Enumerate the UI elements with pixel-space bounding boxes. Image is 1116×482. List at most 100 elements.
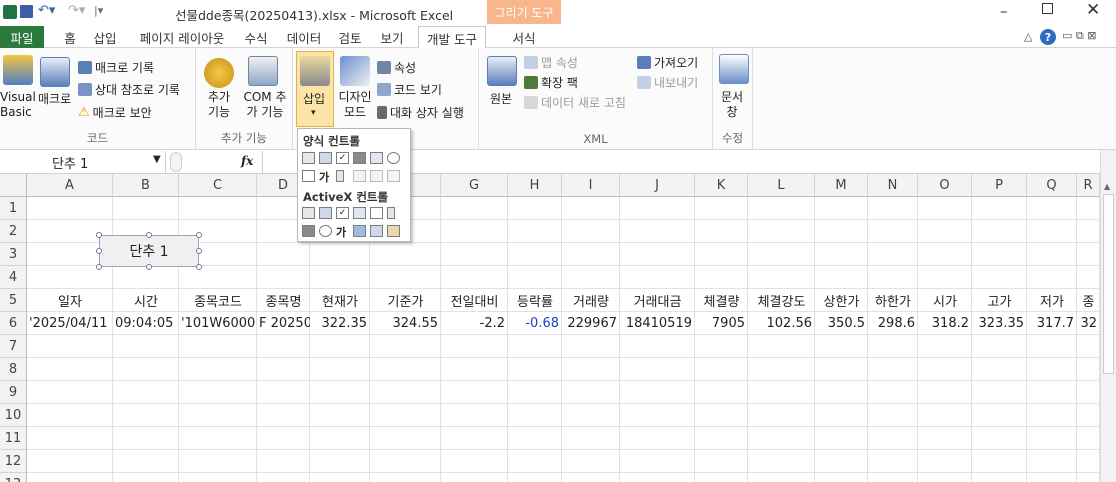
ax-button-icon[interactable]	[302, 207, 315, 219]
resize-handle[interactable]	[146, 232, 152, 238]
maximize-icon[interactable]	[1042, 3, 1053, 14]
header-cell[interactable]: 저가	[1027, 289, 1077, 311]
ax-scrollbar-icon[interactable]	[387, 207, 395, 219]
form-checkbox-icon[interactable]: ✓	[336, 152, 349, 164]
data-cell[interactable]: 32	[1077, 312, 1100, 334]
row-header-5[interactable]: 5	[0, 289, 27, 312]
record-macro-button[interactable]: 매크로 기록	[78, 59, 154, 76]
minimize-ribbon-icon[interactable]: △	[1024, 30, 1032, 43]
column-header-C[interactable]: C	[179, 174, 257, 197]
save-icon[interactable]	[20, 5, 33, 18]
redo-icon[interactable]: ↷▾	[68, 3, 85, 18]
data-cell[interactable]: 317.7	[1027, 312, 1077, 334]
ax-listbox-icon[interactable]	[353, 207, 366, 219]
tab-formulas[interactable]: 수식	[238, 26, 274, 48]
header-cell[interactable]: 전일대비	[441, 289, 508, 311]
column-header-L[interactable]: L	[748, 174, 815, 197]
form-option-icon[interactable]	[387, 152, 400, 164]
header-cell[interactable]: 종	[1077, 289, 1100, 311]
resize-handle[interactable]	[146, 264, 152, 270]
row-header-8[interactable]: 8	[0, 358, 27, 381]
tab-view[interactable]: 보기	[374, 26, 410, 48]
header-cell[interactable]: 고가	[972, 289, 1027, 311]
ax-combo-icon[interactable]	[319, 207, 332, 219]
header-cell[interactable]: 기준가	[370, 289, 441, 311]
header-cell[interactable]: 시간	[113, 289, 179, 311]
scroll-thumb[interactable]	[1103, 194, 1114, 374]
excel-icon[interactable]	[3, 5, 17, 19]
resize-handle[interactable]	[96, 264, 102, 270]
form-groupbox-icon[interactable]	[302, 170, 315, 182]
resize-handle[interactable]	[196, 232, 202, 238]
form-combodrop-icon[interactable]	[387, 170, 400, 182]
map-properties-button[interactable]: 맵 속성	[524, 54, 578, 71]
macro-button[interactable]: 매크로	[38, 90, 71, 107]
column-header-K[interactable]: K	[695, 174, 748, 197]
run-dialog-button[interactable]: 대화 상자 실행	[377, 104, 464, 121]
header-cell[interactable]: 등락률	[508, 289, 562, 311]
column-header-M[interactable]: M	[815, 174, 868, 197]
window-restore-icon[interactable]: ▭ ⧉ ⊠	[1062, 29, 1096, 43]
header-cell[interactable]: 거래대금	[620, 289, 695, 311]
ax-image-icon[interactable]	[353, 225, 366, 237]
addins-button[interactable]: 추가 기능	[204, 90, 234, 120]
row-header-4[interactable]: 4	[0, 266, 27, 289]
namebox-dropdown-icon[interactable]: ▼	[153, 154, 161, 165]
properties-button[interactable]: 속성	[377, 59, 416, 76]
row-header-11[interactable]: 11	[0, 427, 27, 450]
tab-data[interactable]: 데이터	[282, 26, 326, 48]
resize-handle[interactable]	[196, 264, 202, 270]
resize-handle[interactable]	[96, 248, 102, 254]
column-header-R[interactable]: R	[1077, 174, 1100, 197]
data-cell[interactable]: -2.2	[441, 312, 508, 334]
form-scrollbar-icon[interactable]	[336, 170, 344, 182]
scroll-up-icon[interactable]: ▲	[1104, 182, 1110, 191]
data-cell[interactable]: 7905	[695, 312, 748, 334]
minimize-icon[interactable]: –	[1000, 2, 1008, 20]
data-cell[interactable]: '2025/04/11	[27, 312, 113, 334]
help-icon[interactable]: ?	[1040, 29, 1056, 45]
row-header-10[interactable]: 10	[0, 404, 27, 427]
row-header-12[interactable]: 12	[0, 450, 27, 473]
data-cell[interactable]: 318.2	[918, 312, 972, 334]
column-header-G[interactable]: G	[441, 174, 508, 197]
document-panel-button[interactable]: 문서 창	[717, 90, 747, 120]
close-icon[interactable]: ✕	[1086, 0, 1100, 20]
formula-expand-handle[interactable]	[170, 152, 182, 172]
row-header-9[interactable]: 9	[0, 381, 27, 404]
import-button[interactable]: 가져오기	[637, 54, 698, 71]
relative-reference-button[interactable]: 상대 참조로 기록	[78, 81, 180, 98]
tab-file[interactable]: 파일	[0, 26, 44, 48]
ax-textbox-icon[interactable]	[370, 207, 383, 219]
form-button-1[interactable]: 단추 1	[99, 235, 199, 267]
row-header-1[interactable]: 1	[0, 197, 27, 220]
macro-security-button[interactable]: ⚠ 매크로 보안	[78, 104, 152, 121]
header-cell[interactable]: 종목코드	[179, 289, 257, 311]
tab-format[interactable]: 서식	[506, 26, 542, 48]
header-cell[interactable]: 하한가	[868, 289, 918, 311]
form-spin-icon[interactable]	[353, 152, 366, 164]
tab-review[interactable]: 검토	[334, 26, 366, 48]
row-header-2[interactable]: 2	[0, 220, 27, 243]
ax-spin-icon[interactable]	[302, 225, 315, 237]
ax-checkbox-icon[interactable]: ✓	[336, 207, 349, 219]
expansion-pack-button[interactable]: 확장 팩	[524, 74, 578, 91]
tab-insert[interactable]: 삽입	[89, 26, 121, 48]
fx-icon[interactable]: fx	[241, 154, 253, 168]
ax-toggle-icon[interactable]	[370, 225, 383, 237]
row-header-6[interactable]: 6	[0, 312, 27, 335]
column-header-O[interactable]: O	[918, 174, 972, 197]
view-code-button[interactable]: 코드 보기	[377, 81, 442, 98]
header-cell[interactable]: 체결량	[695, 289, 748, 311]
column-header-Q[interactable]: Q	[1027, 174, 1077, 197]
tab-developer[interactable]: 개발 도구	[418, 26, 486, 49]
ax-more-controls-icon[interactable]	[387, 225, 400, 237]
header-cell[interactable]: 일자	[27, 289, 113, 311]
form-combo-icon[interactable]	[319, 152, 332, 164]
ax-option-icon[interactable]	[319, 225, 332, 237]
data-cell[interactable]: 09:04:05	[113, 312, 179, 334]
column-header-J[interactable]: J	[620, 174, 695, 197]
column-header-H[interactable]: H	[508, 174, 562, 197]
row-header-7[interactable]: 7	[0, 335, 27, 358]
ax-label-icon[interactable]: 가	[336, 224, 346, 240]
